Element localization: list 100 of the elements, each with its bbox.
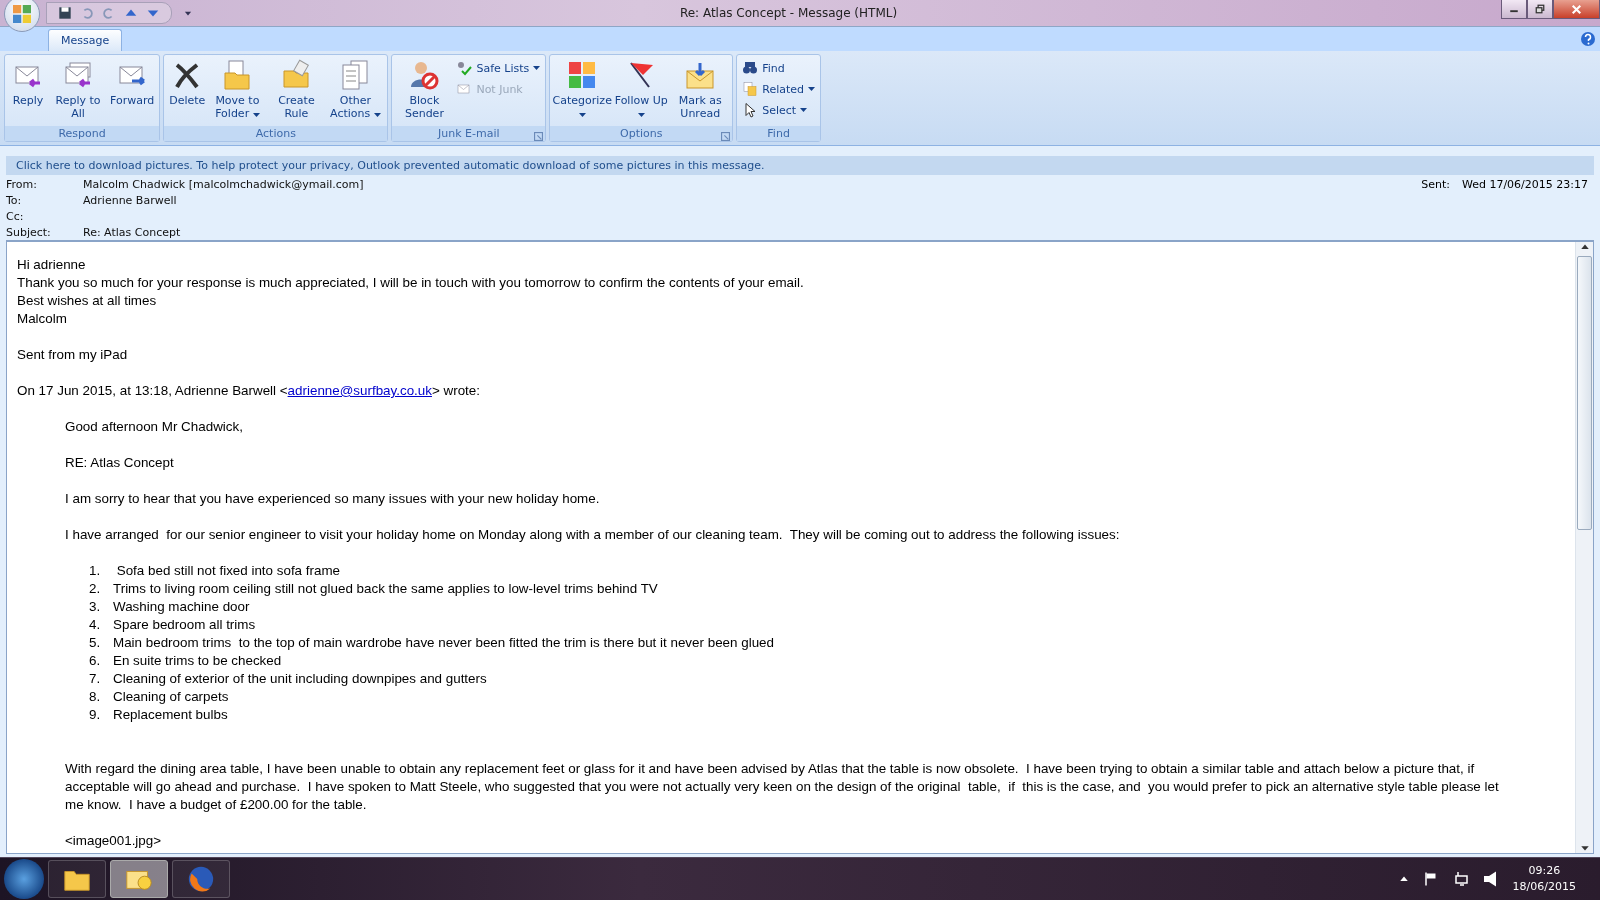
people-check-icon: [456, 60, 473, 76]
message-paragraph: With regard the dining area table, I have been unable to obtain any replacement feet or glass for it and have been advised by Atlas that the table is now obsolete. I have been trying to obtain a similar table and attach below a picture that, if acceptable will go ahead and purchase. I have spoken to Matt Steele, who suggested that you were not actually very keen on the design of the original table, if this is the case, and you would prefer to pick an alternative style table please let me know. I have a budget of £200.00 for the table.: [65, 760, 1500, 814]
header-label: Subject:: [6, 226, 52, 239]
close-button[interactable]: [1553, 0, 1600, 19]
ribbon-button[interactable]: Reply to All: [49, 57, 107, 120]
list-item: Spare bedroom all trims: [113, 616, 256, 634]
header-value: Wed 17/06/2015 23:17: [1461, 178, 1588, 193]
documents-icon: [742, 81, 759, 97]
list-item: Main bedroom trims to the top of main wardrobe have never been fitted the trim is there but it never been glued: [113, 634, 774, 652]
quote-header: On 17 Jun 2015, at 13:18, Adrienne Barwell <adrienne@surfbay.co.uk> wrote:: [17, 382, 481, 400]
office-logo-icon: [10, 2, 34, 26]
header-label: Cc:: [6, 210, 25, 223]
list-item: Washing machine door: [113, 598, 250, 616]
message-paragraph: Good afternoon Mr Chadwick,: [65, 418, 244, 436]
arrow-up-icon: [1579, 242, 1590, 252]
ribbon-button[interactable]: Create Rule: [267, 57, 326, 120]
office-button[interactable]: [4, 0, 40, 32]
header-label: From:: [6, 178, 38, 191]
ribbon-button[interactable]: Select: [740, 101, 817, 119]
clock-time: 09:26: [1528, 863, 1561, 879]
minimize-button[interactable]: [1501, 0, 1527, 19]
binoculars-icon: [742, 60, 759, 76]
list-number: 5.: [89, 634, 102, 652]
ribbon-tab[interactable]: Message: [48, 29, 123, 51]
header-label: Sent:: [1421, 178, 1450, 193]
speaker-icon: [1482, 871, 1499, 887]
message-line: Sent from my iPad: [17, 346, 129, 364]
caret-icon: [637, 113, 645, 117]
header-value: Re: Atlas Concept: [83, 226, 182, 239]
email-link[interactable]: adrienne@surfbay.co.uk: [287, 383, 432, 398]
ribbon-button[interactable]: Mark as Unread: [671, 57, 730, 120]
list-item: Trims to living room ceiling still not glued back the same applies to low-level trims behind TV: [113, 580, 658, 598]
download-pictures-bar[interactable]: Click here to download pictures. To help protect your privacy, Outlook prevented automatic download of some pictures in this message.: [6, 156, 1594, 175]
message-line: Thank you so much for your response is much appreciated, I will be in touch with you tomorrow to confirm the contents of your email.: [17, 274, 805, 292]
message-paragraph: <image001.jpg>: [65, 832, 163, 850]
ribbon-button[interactable]: Related: [740, 80, 817, 98]
list-number: 2.: [89, 580, 102, 598]
list-item: Cleaning of carpets: [113, 688, 229, 706]
ribbon-button[interactable]: Block Sender: [395, 57, 454, 120]
dialog-launcher-button[interactable]: [721, 129, 731, 138]
caret-icon: [373, 113, 381, 117]
message-paragraph: RE: Atlas Concept: [65, 454, 175, 472]
scroll-thumb[interactable]: [1577, 256, 1592, 530]
list-number: 7.: [89, 670, 102, 688]
ribbon-button[interactable]: Move to Folder: [208, 57, 267, 120]
network-icon: [1452, 871, 1469, 887]
ribbon-button[interactable]: Other Actions: [326, 57, 385, 120]
help-icon: [1580, 31, 1596, 47]
message-line: Best wishes at all times: [17, 292, 158, 310]
header-value: Malcolm Chadwick [malcolmchadwick@ymail.com]: [83, 178, 364, 191]
ribbon-button[interactable]: Delete: [167, 57, 208, 107]
ribbon-button[interactable]: Categorize: [553, 57, 612, 120]
save-button[interactable]: [57, 5, 73, 21]
list-item: Sofa bed still not fixed into sofa frame: [115, 562, 341, 580]
list-item: Replacement bulbs: [113, 706, 228, 724]
restore-icon: [1535, 4, 1545, 14]
ribbon-button[interactable]: Follow Up: [612, 57, 671, 120]
globe-icon: [186, 864, 216, 894]
list-number: 6.: [89, 652, 102, 670]
group-label: Find: [767, 127, 790, 140]
caret-icon: [808, 87, 815, 91]
message-paragraph: I am sorry to hear that you have experienced so many issues with your new holiday home.: [65, 490, 601, 508]
list-number: 9.: [89, 706, 102, 724]
caret-icon: [578, 113, 586, 117]
caret-icon: [800, 108, 808, 112]
infobar-text: Click here to download pictures. To help protect your privacy, Outlook prevented automatic download of some pictures in this message.: [16, 159, 765, 172]
scrollbar[interactable]: [1575, 242, 1593, 853]
help-button[interactable]: [1580, 31, 1596, 47]
restore-button[interactable]: [1527, 0, 1553, 19]
message-paragraph: I have arranged for our senior engineer to visit your holiday home on Monday along with a member of our cleaning team. They will be coming out to address the following issues:: [65, 526, 1121, 544]
message-line: Hi adrienne: [17, 256, 87, 274]
caret-icon: [1398, 874, 1409, 884]
launcher-icon: [721, 132, 731, 141]
envelope-icon: [456, 81, 473, 97]
list-number: 8.: [89, 688, 102, 706]
ribbon-button[interactable]: Reply: [8, 57, 48, 107]
ribbon-button[interactable]: Find: [740, 59, 817, 77]
ribbon-button[interactable]: Safe Lists: [454, 59, 543, 77]
group-label: Actions: [255, 127, 296, 140]
clock-date: 18/06/2015: [1512, 879, 1576, 895]
group-label: Options: [620, 127, 663, 140]
flag-icon: [1422, 871, 1439, 887]
window-title: Re: Atlas Concept - Message (HTML): [679, 6, 898, 20]
message-line: Malcolm: [17, 310, 68, 328]
group-label: Respond: [58, 127, 106, 140]
ribbon-button[interactable]: Forward: [108, 57, 157, 107]
caret-icon: [533, 66, 541, 70]
person-block-icon: [408, 59, 441, 91]
start-button[interactable]: [4, 859, 44, 899]
header-value: Adrienne Barwell: [83, 194, 178, 207]
header-label: To:: [6, 194, 23, 207]
dialog-launcher-button[interactable]: [534, 129, 544, 138]
save-icon: [58, 6, 72, 20]
arrow-down-icon: [1579, 843, 1590, 853]
list-number: 3.: [89, 598, 102, 616]
close-icon: [1571, 3, 1582, 15]
list-item: En suite trims to be checked: [113, 652, 282, 670]
caret-icon: [252, 113, 260, 117]
list-item: Cleaning of exterior of the unit including downpipes and gutters: [113, 670, 487, 688]
launcher-icon: [534, 132, 544, 141]
